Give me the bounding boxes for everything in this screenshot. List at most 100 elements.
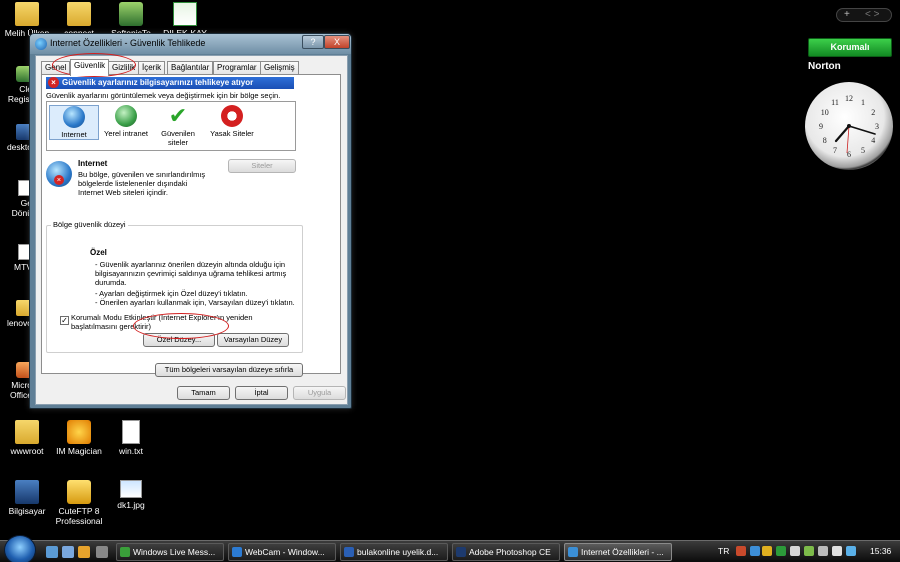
desktop-icon-ge[interactable]: Ge Dönü xyxy=(0,180,32,218)
clock-number: 6 xyxy=(847,150,851,159)
clock-number: 2 xyxy=(871,108,875,117)
clock-number: 5 xyxy=(861,146,865,155)
tray-icon[interactable] xyxy=(762,546,772,556)
desktop-icon-label: dk1.jpg xyxy=(117,500,145,510)
volume-icon[interactable] xyxy=(832,546,842,556)
taskbar: Windows Live Mess... WebCam - Window... bu… xyxy=(0,535,900,562)
security-level-line-1: - Güvenlik ayarlarınız önerilen düzeyin … xyxy=(95,260,287,287)
sites-button[interactable]: Siteler xyxy=(228,159,296,173)
task-app-icon xyxy=(344,547,354,557)
taskbar-task[interactable]: Internet Özellikleri - ... xyxy=(564,543,672,561)
desktop-icon-bilgisayar[interactable]: Bilgisayar xyxy=(0,480,54,516)
taskbar-task[interactable]: Windows Live Mess... xyxy=(116,543,224,561)
desktop-icon-win-txt[interactable]: win.txt xyxy=(104,420,158,456)
help-button[interactable]: ? xyxy=(302,35,324,49)
clock-number: 8 xyxy=(823,136,827,145)
tray-icon[interactable] xyxy=(776,546,786,556)
zone-restricted-sites[interactable]: Yasak Siteler xyxy=(207,105,257,138)
task-label: Adobe Photoshop CE xyxy=(469,547,551,557)
norton-protected-button[interactable]: Korumalı xyxy=(808,38,892,57)
switch-windows-icon[interactable] xyxy=(62,546,74,558)
clock-number: 12 xyxy=(845,94,853,103)
desktop-icon-label: Cle Regist xyxy=(7,84,32,104)
reset-all-zones-button[interactable]: Tüm bölgeleri varsayılan düzeye sıfırla xyxy=(155,363,303,377)
desktop-icon-wwwroot[interactable]: wwwroot xyxy=(0,420,54,456)
task-label: Internet Özellikleri - ... xyxy=(581,547,664,557)
tab-programlar[interactable]: Programlar xyxy=(213,61,261,75)
task-app-icon xyxy=(456,547,466,557)
cancel-button[interactable]: İptal xyxy=(235,386,288,400)
zone-internet[interactable]: Internet xyxy=(49,105,99,140)
desktop-icon-cleaner[interactable]: Cle Regist xyxy=(0,66,32,104)
network-icon[interactable] xyxy=(818,546,828,556)
add-gadget-button[interactable]: + xyxy=(844,9,850,21)
language-indicator[interactable]: TR xyxy=(718,546,729,556)
internet-options-dialog: Internet Özellikleri - Güvenlik Tehliked… xyxy=(29,33,352,409)
desktop-icon-im-magician[interactable]: IM Magician xyxy=(50,420,108,456)
selected-zone-name: Internet xyxy=(78,159,108,168)
security-level-heading: Özel xyxy=(90,248,107,257)
quick-launch-more-icon[interactable] xyxy=(96,546,108,558)
ok-button[interactable]: Tamam xyxy=(177,386,230,400)
close-button[interactable]: X xyxy=(324,35,350,49)
second-hand xyxy=(846,125,850,154)
media-player-icon[interactable] xyxy=(78,546,90,558)
security-warning-banner[interactable]: × Güvenlik ayarlarınız bilgisayarınızı t… xyxy=(46,77,294,89)
checkmark-icon: ✔ xyxy=(168,103,188,128)
norton-logo: Norton xyxy=(808,61,841,72)
show-desktop-icon[interactable] xyxy=(46,546,58,558)
taskbar-task[interactable]: bulakonline uyelik.d... xyxy=(340,543,448,561)
desktop-icon-label: CuteFTP 8 Professional xyxy=(55,506,103,526)
im-magician-icon xyxy=(67,420,91,444)
default-level-button[interactable]: Varsayılan Düzey xyxy=(217,333,289,347)
internet-options-icon xyxy=(35,38,47,50)
task-app-icon xyxy=(568,547,578,557)
tab-baglantilar[interactable]: Bağlantılar xyxy=(167,61,214,75)
tab-icerik[interactable]: İçerik xyxy=(138,61,166,75)
clock-number: 10 xyxy=(821,108,829,117)
taskbar-task[interactable]: WebCam - Window... xyxy=(228,543,336,561)
desktop-icon-label: deskto xyxy=(6,142,32,152)
desktop-icon-microsoft-office[interactable]: Micro Office xyxy=(0,362,32,400)
gadget-nav-arrows[interactable]: < > xyxy=(865,9,879,21)
desktop-icon-label: Micro Office xyxy=(9,380,32,400)
tray-icon[interactable] xyxy=(804,546,814,556)
start-button[interactable] xyxy=(4,535,36,562)
tray-icon[interactable] xyxy=(846,546,856,556)
dialog-title: Internet Özellikleri - Güvenlik Tehliked… xyxy=(50,38,206,48)
apply-button[interactable]: Uygula xyxy=(293,386,346,400)
task-label: WebCam - Window... xyxy=(245,547,325,557)
tab-gelismis[interactable]: Gelişmiş xyxy=(260,61,299,75)
annotation-ellipse xyxy=(133,313,229,339)
desktop-icon-label: Bilgisayar xyxy=(8,506,46,516)
clock-number: 1 xyxy=(861,98,865,107)
tray-icon[interactable] xyxy=(736,546,746,556)
clock-number: 4 xyxy=(871,136,875,145)
taskbar-clock[interactable]: 15:36 xyxy=(870,546,891,556)
clock-number: 7 xyxy=(833,146,837,155)
application-icon xyxy=(119,2,143,26)
desktop-icon-dk1-jpg[interactable]: dk1.jpg xyxy=(104,480,158,510)
selected-zone-description: Bu bölge, güvenilen ve sınırlandırılmış … xyxy=(78,170,206,197)
taskbar-task[interactable]: Adobe Photoshop CE xyxy=(452,543,560,561)
computer-icon xyxy=(15,480,39,504)
desktop-icon-label: lenovo xyxy=(6,318,32,328)
desktop-icon-mtv[interactable]: MTV xyxy=(0,244,32,272)
protected-mode-checkbox[interactable]: ✓ xyxy=(60,316,69,325)
tab-guvenlik[interactable]: Güvenlik xyxy=(70,59,110,76)
task-app-icon xyxy=(120,547,130,557)
dialog-titlebar[interactable]: Internet Özellikleri - Güvenlik Tehliked… xyxy=(30,34,351,54)
cuteftp-icon xyxy=(67,480,91,504)
desktop-icon-label: MTV xyxy=(14,262,32,272)
zone-trusted-sites[interactable]: ✔ Güvenilen siteler xyxy=(153,103,203,148)
minute-hand xyxy=(848,125,876,135)
zones-prompt: Güvenlik ayarlarını görüntülemek veya de… xyxy=(46,91,281,100)
folder-icon xyxy=(15,2,39,26)
desktop-icon-cuteftp[interactable]: CuteFTP 8 Professional xyxy=(50,480,108,526)
globe-icon xyxy=(63,106,85,128)
desktop-icon-lenovo[interactable]: lenovo xyxy=(0,300,32,328)
desktop-icon-desktop[interactable]: deskto xyxy=(0,124,32,152)
zone-local-intranet[interactable]: Yerel intranet xyxy=(101,105,151,138)
tray-icon[interactable] xyxy=(750,546,760,556)
tray-icon[interactable] xyxy=(790,546,800,556)
